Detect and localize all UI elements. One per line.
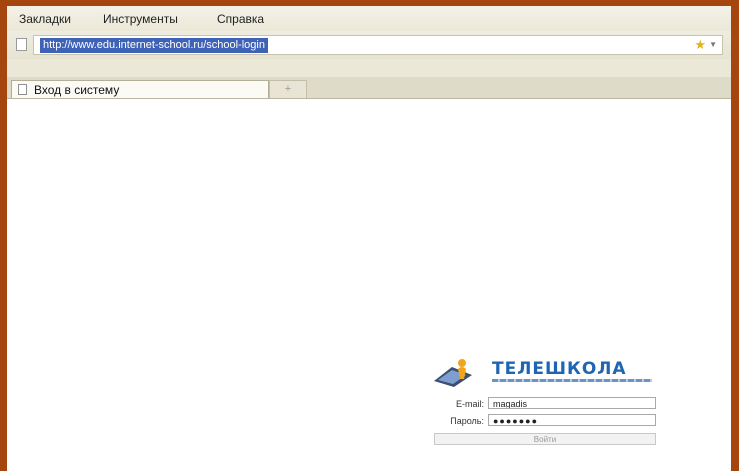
- teleshkola-logo: ТЕЛЕШКОЛА: [428, 355, 660, 389]
- tab-bar: Вход в систему +: [7, 77, 731, 99]
- tab-login[interactable]: Вход в систему: [11, 80, 269, 98]
- menu-bar: Закладки Инструменты Справка: [7, 6, 731, 31]
- email-field[interactable]: magadis: [488, 397, 656, 409]
- bookmarks-toolbar: [7, 59, 731, 78]
- email-label: E-mail:: [455, 399, 484, 409]
- login-form: ТЕЛЕШКОЛА E-mail: magadis Пароль: ●●●●●●…: [428, 355, 660, 455]
- login-button[interactable]: Войти: [434, 433, 656, 445]
- page-icon: [16, 38, 27, 51]
- menu-bookmarks[interactable]: Закладки: [19, 12, 71, 26]
- address-bar[interactable]: http://www.edu.internet-school.ru/school…: [33, 35, 723, 55]
- navigation-toolbar: http://www.edu.internet-school.ru/school…: [7, 31, 731, 59]
- logo-title: ТЕЛЕШКОЛА: [492, 359, 627, 379]
- laptop-logo-icon: [434, 359, 472, 387]
- page-icon: [18, 84, 27, 95]
- logo-subtitle: [492, 379, 652, 382]
- menu-help[interactable]: Справка: [217, 12, 264, 26]
- menu-tools[interactable]: Инструменты: [103, 12, 178, 26]
- password-field[interactable]: ●●●●●●●: [488, 414, 656, 426]
- tab-title: Вход в систему: [34, 83, 120, 97]
- url-text[interactable]: http://www.edu.internet-school.ru/school…: [40, 38, 268, 53]
- chevron-down-icon[interactable]: ▼: [709, 40, 717, 49]
- password-label: Пароль:: [450, 416, 484, 426]
- new-tab-button[interactable]: +: [269, 80, 307, 98]
- bookmark-star-icon[interactable]: ★: [694, 37, 706, 53]
